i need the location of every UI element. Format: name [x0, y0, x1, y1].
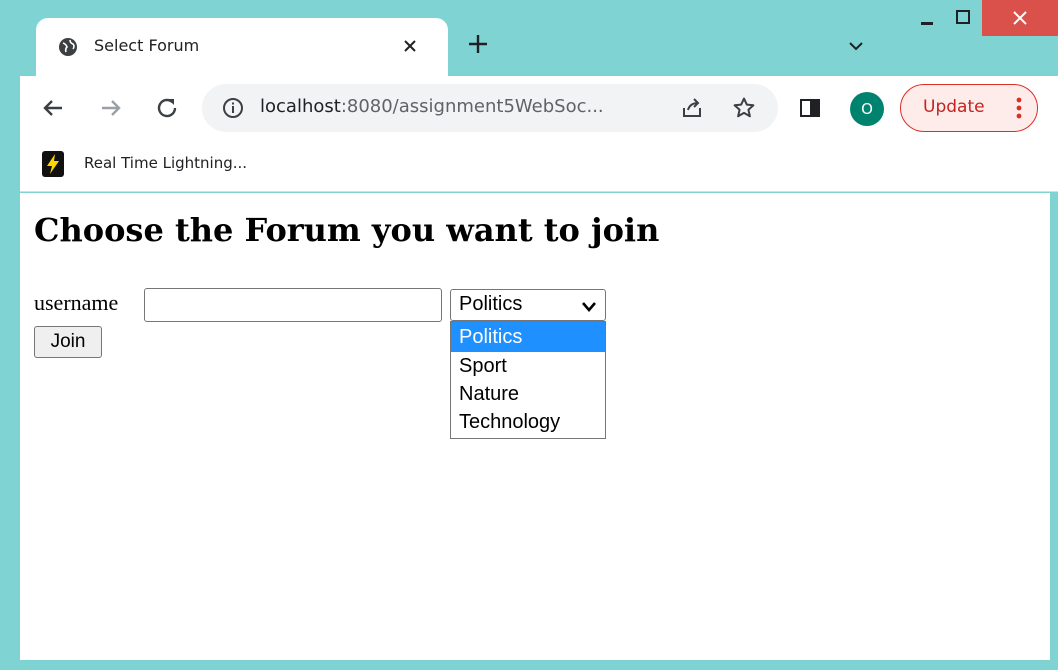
username-label: username: [34, 290, 119, 315]
plus-icon[interactable]: [464, 30, 492, 58]
bookmark-item[interactable]: Real Time Lightning...: [84, 154, 247, 172]
forum-option-technology[interactable]: Technology: [451, 408, 605, 436]
page-title: Choose the Forum you want to join: [34, 211, 660, 249]
url-host: localhost: [260, 96, 341, 117]
bookmarks-bar: Real Time Lightning...: [20, 138, 1058, 192]
forum-select[interactable]: Politics: [450, 289, 606, 321]
forward-arrow-icon[interactable]: [98, 95, 124, 121]
join-button[interactable]: Join: [34, 326, 102, 358]
forum-option-politics[interactable]: Politics: [451, 322, 605, 352]
page-content: Choose the Forum you want to join userna…: [20, 193, 1050, 660]
update-button[interactable]: Update: [900, 84, 1038, 132]
globe-icon: [58, 37, 78, 57]
tab-select-forum[interactable]: Select Forum: [36, 18, 448, 76]
address-bar[interactable]: localhost:8080/assignment5WebSoc...: [202, 84, 778, 132]
forum-option-nature[interactable]: Nature: [451, 380, 605, 408]
forum-option-sport[interactable]: Sport: [451, 352, 605, 380]
browser-toolbar: localhost:8080/assignment5WebSoc... O Up…: [20, 76, 1058, 138]
avatar[interactable]: O: [850, 92, 884, 126]
minimize-icon[interactable]: [914, 4, 940, 30]
update-label: Update: [923, 97, 985, 117]
browser-window: Select Forum localhost:8080/assignment5W…: [0, 0, 1058, 670]
side-panel-icon[interactable]: [798, 96, 822, 120]
kebab-menu-icon[interactable]: [1009, 95, 1029, 121]
chevron-down-icon[interactable]: [844, 34, 868, 58]
tab-strip: Select Forum: [8, 0, 1058, 76]
maximize-icon[interactable]: [950, 4, 976, 30]
close-icon[interactable]: [396, 32, 424, 60]
url-text: localhost:8080/assignment5WebSoc...: [260, 96, 604, 117]
window-close-icon[interactable]: [982, 0, 1058, 36]
back-arrow-icon[interactable]: [40, 95, 66, 121]
reload-icon[interactable]: [154, 95, 180, 121]
url-path: :8080/assignment5WebSoc...: [340, 96, 604, 117]
info-icon[interactable]: [222, 97, 244, 119]
share-icon[interactable]: [680, 96, 704, 120]
username-input[interactable]: [144, 288, 442, 322]
star-icon[interactable]: [732, 96, 756, 120]
forum-select-value: Politics: [459, 293, 523, 315]
tab-title: Select Forum: [94, 36, 200, 55]
chevron-down-icon: [581, 299, 597, 313]
forum-dropdown-list: Politics Sport Nature Technology: [450, 321, 606, 439]
lightning-icon[interactable]: [42, 151, 64, 177]
